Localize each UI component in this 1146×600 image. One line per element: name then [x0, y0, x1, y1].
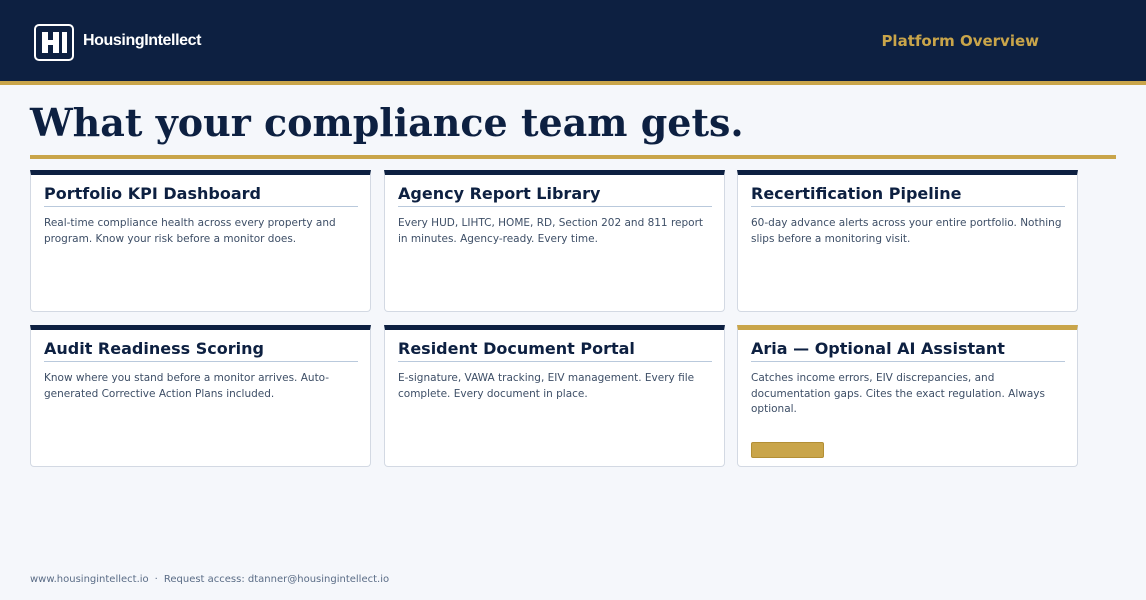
page-title: What your compliance team gets.	[30, 100, 744, 145]
hi-monogram-icon[interactable]	[34, 24, 74, 61]
card-description: Every HUD, LIHTC, HOME, RD, Section 202 …	[398, 217, 704, 245]
brand-name[interactable]: HousingIntellect	[83, 32, 201, 50]
card-description: Know where you stand before a monitor ar…	[44, 372, 330, 400]
card-divider	[398, 361, 712, 362]
card-title: Recertification Pipeline	[751, 184, 962, 203]
card-divider	[44, 361, 358, 362]
title-gold-rule	[30, 155, 1116, 159]
card-divider	[751, 206, 1065, 207]
card-divider	[44, 206, 358, 207]
footer-contact-link[interactable]: Request access: dtanner@housingintellect…	[164, 574, 389, 585]
footer-separator: ·	[154, 574, 158, 585]
feature-card-recertification: Recertification Pipeline 60-day advance …	[737, 170, 1078, 312]
card-divider	[751, 361, 1065, 362]
card-title: Agency Report Library	[398, 184, 601, 203]
feature-card-audit-readiness: Audit Readiness Scoring Know where you s…	[30, 325, 371, 467]
aria-action-button[interactable]	[751, 442, 824, 458]
card-title: Portfolio KPI Dashboard	[44, 184, 261, 203]
card-description: Real-time compliance health across every…	[44, 217, 336, 245]
footer-website-link[interactable]: www.housingintellect.io	[30, 574, 149, 585]
card-title: Resident Document Portal	[398, 339, 635, 358]
card-description: E-signature, VAWA tracking, EIV manageme…	[398, 372, 695, 400]
card-title: Audit Readiness Scoring	[44, 339, 264, 358]
card-description: 60-day advance alerts across your entire…	[751, 217, 1062, 245]
header-gold-rule	[0, 81, 1146, 85]
feature-card-aria-assistant: Aria — Optional AI Assistant Catches inc…	[737, 325, 1078, 467]
feature-card-resident-portal: Resident Document Portal E-signature, VA…	[384, 325, 725, 467]
footer: www.housingintellect.io · Request access: …	[30, 574, 389, 585]
card-divider	[398, 206, 712, 207]
nav-platform-overview[interactable]: Platform Overview	[881, 32, 1039, 50]
card-description: Catches income errors, EIV discrepancies…	[751, 372, 1045, 415]
feature-card-portfolio-kpi: Portfolio KPI Dashboard Real-time compli…	[30, 170, 371, 312]
feature-card-agency-report: Agency Report Library Every HUD, LIHTC, …	[384, 170, 725, 312]
card-title: Aria — Optional AI Assistant	[751, 339, 1005, 358]
